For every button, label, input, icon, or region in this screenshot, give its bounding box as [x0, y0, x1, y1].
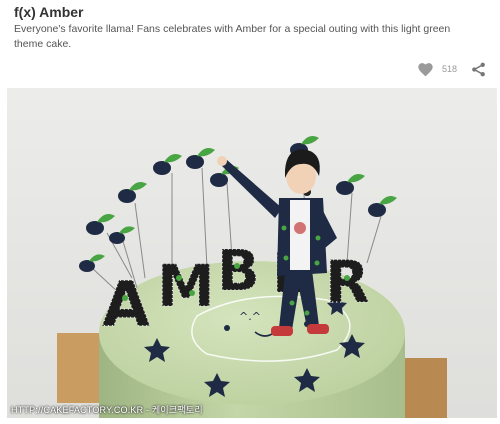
post-card: f(x) Amber Everyone's favorite llama! Fa… [0, 0, 500, 424]
cake-photo[interactable]: A M B E R [7, 88, 497, 418]
like-count: 518 [441, 64, 457, 74]
cake-letter-a: A [102, 268, 150, 341]
post-actions: 518 [417, 60, 486, 78]
share-button[interactable] [471, 62, 486, 77]
share-icon [472, 62, 485, 76]
cake-letter-r: R [325, 248, 370, 316]
like-button[interactable] [417, 62, 434, 77]
cake-face-text: ^.^ [239, 310, 261, 323]
cake-letter-b: B [217, 239, 260, 304]
heart-icon [418, 62, 433, 76]
cake-letter-m: M [157, 252, 215, 320]
photo-watermark: HTTP://CAKEFACTORY.CO.KR - 케이크팩토리 [11, 405, 203, 415]
cake-illustration: A M B E R [7, 88, 497, 418]
post-title[interactable]: f(x) Amber [14, 3, 84, 21]
post-description: Everyone's favorite llama! Fans celebrat… [14, 23, 451, 50]
